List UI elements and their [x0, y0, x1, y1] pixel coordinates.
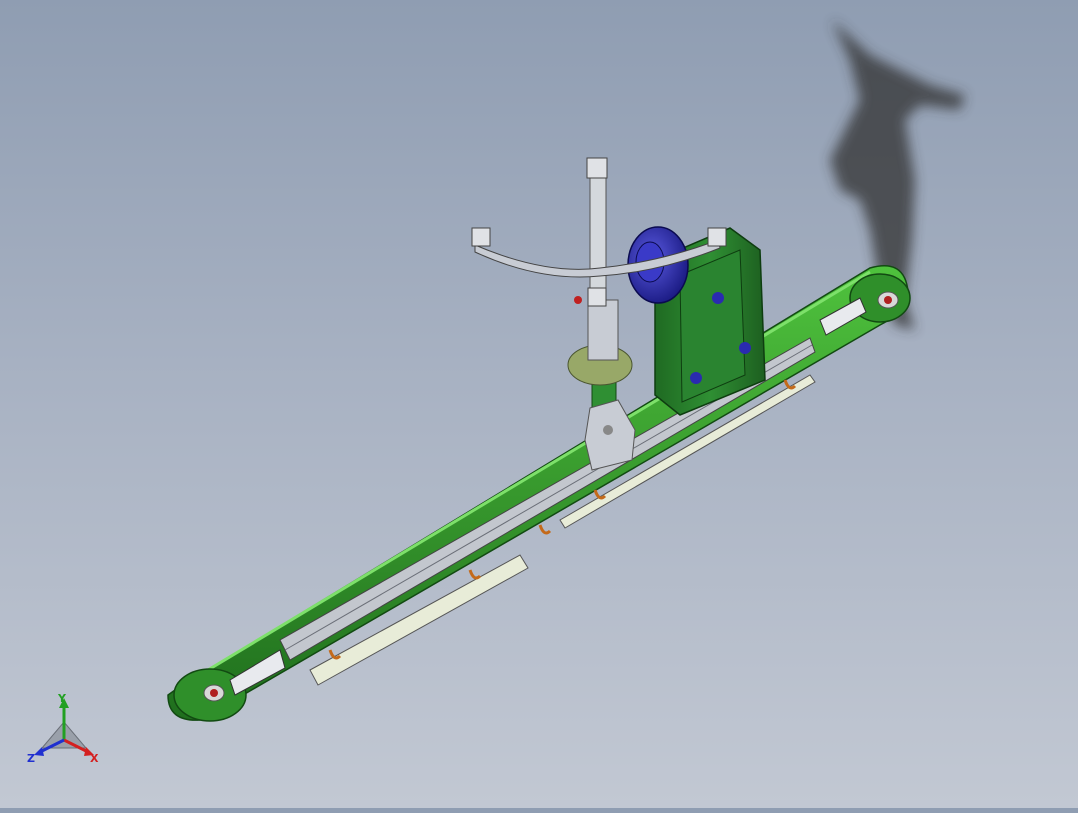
slide-strip[interactable] — [309, 374, 816, 686]
cad-model-view[interactable] — [0, 0, 1078, 808]
axis-triad: Y X Z — [24, 692, 108, 772]
x-axis-label: X — [90, 752, 99, 765]
3d-viewport[interactable] — [0, 0, 1078, 808]
y-axis-label: Y — [57, 692, 67, 705]
z-axis-label: Z — [27, 752, 35, 765]
